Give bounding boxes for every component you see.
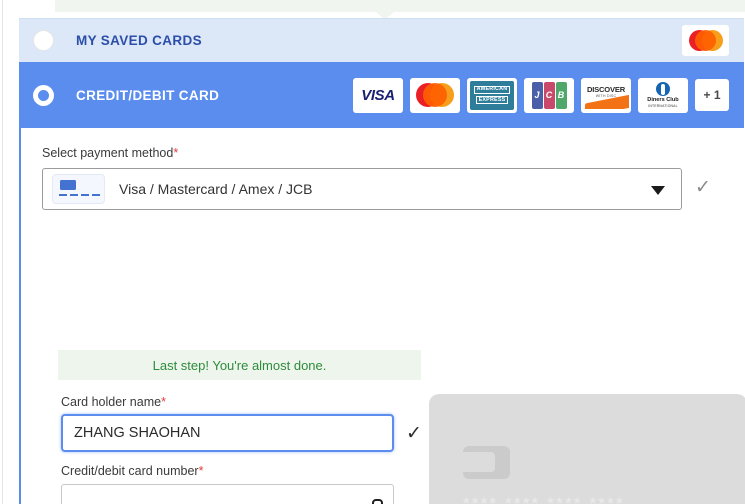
required-asterisk-payment-method: *	[173, 146, 179, 160]
radio-saved-cards[interactable]	[33, 30, 54, 51]
card-form-panel: Select payment method* Visa / Mastercard…	[19, 128, 745, 504]
card-number-input[interactable]	[61, 484, 394, 504]
discover-wordmark: DISCOVER	[586, 85, 626, 94]
jcb-letter-j: J	[531, 81, 543, 109]
card-preview-number: **** **** **** ****	[463, 494, 625, 504]
discover-icon: DISCOVER WITH DISC	[581, 77, 631, 113]
jcb-letter-b: B	[555, 81, 567, 109]
visa-icon: VISA	[353, 77, 403, 113]
credit-card-brand-list: VISA AMERICAN EXPRESS J C B DISCOVER WIT…	[353, 77, 744, 113]
accordion-label-saved-cards: MY SAVED CARDS	[76, 33, 202, 48]
diners-club-wordmark: Diners Club	[647, 97, 679, 103]
payment-method-selected-value: Visa / Mastercard / Amex / JCB	[119, 181, 313, 197]
card-chip-icon	[60, 180, 76, 190]
payment-method-select-wrapper: Visa / Mastercard / Amex / JCB ✓	[42, 168, 711, 210]
amex-icon: AMERICAN EXPRESS	[467, 77, 517, 113]
amex-line-bottom: EXPRESS	[475, 96, 509, 105]
label-card-holder-name: Card holder name*	[61, 395, 166, 409]
mastercard-icon	[410, 77, 460, 113]
saved-cards-brand-list	[682, 25, 744, 56]
label-card-number: Credit/debit card number*	[61, 464, 204, 478]
amex-line-top: AMERICAN	[473, 85, 511, 94]
payment-page: MY SAVED CARDS CREDIT/DEBIT CARD VISA AM…	[0, 0, 745, 504]
radio-credit-debit-card[interactable]	[33, 84, 54, 106]
card-preview: **** **** **** **** ZHANG SHAOHAN **/***…	[429, 394, 745, 504]
card-holder-name-input[interactable]: ZHANG SHAOHAN	[61, 414, 394, 452]
diners-club-circle-icon	[656, 82, 670, 96]
label-select-payment-method: Select payment method*	[42, 146, 179, 160]
more-brands-badge[interactable]: + 1	[695, 79, 729, 111]
card-holder-valid-check-icon: ✓	[406, 423, 422, 444]
top-green-banner	[55, 0, 745, 12]
required-asterisk-card-number: *	[198, 464, 204, 478]
jcb-letter-c: C	[543, 81, 555, 109]
diners-club-subtext: INTERNATIONAL	[648, 104, 678, 108]
accordion-label-credit-debit-card: CREDIT/DEBIT CARD	[76, 87, 220, 103]
payment-method-valid-check-icon: ✓	[695, 177, 711, 198]
chevron-down-icon[interactable]	[651, 186, 665, 195]
payment-method-select[interactable]: Visa / Mastercard / Amex / JCB	[42, 168, 682, 210]
card-chip-icon	[463, 446, 510, 479]
mastercard-icon	[682, 25, 729, 56]
jcb-icon: J C B	[524, 77, 574, 113]
accordion-row-saved-cards[interactable]: MY SAVED CARDS	[19, 18, 744, 62]
required-asterisk-card-holder: *	[161, 395, 166, 409]
success-message: Last step! You're almost done.	[58, 350, 421, 380]
page-left-edge	[0, 0, 3, 504]
diners-club-icon: Diners Club INTERNATIONAL	[638, 77, 688, 113]
accordion-row-credit-debit-card[interactable]: CREDIT/DEBIT CARD VISA AMERICAN EXPRESS …	[19, 62, 744, 128]
card-number-dashes-icon	[59, 194, 100, 196]
visa-wordmark: VISA	[361, 86, 395, 104]
credit-card-icon	[52, 174, 105, 204]
